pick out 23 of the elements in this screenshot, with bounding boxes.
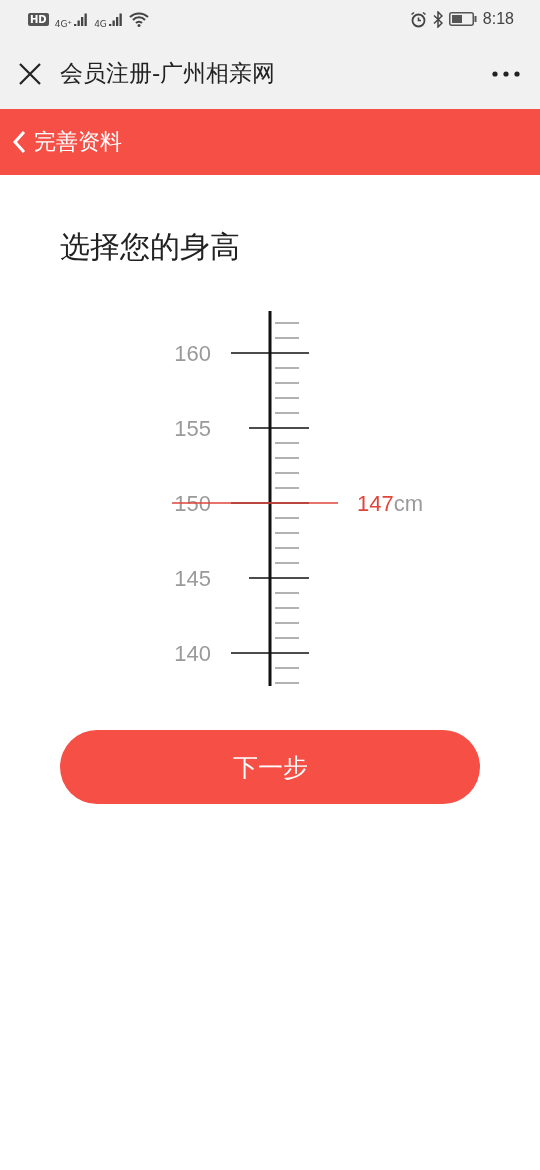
back-button[interactable]: 完善资料 <box>12 127 122 157</box>
signal-icon <box>74 12 89 26</box>
ruler-label: 140 <box>174 641 211 666</box>
more-button[interactable] <box>492 70 520 77</box>
status-time: 8:18 <box>482 10 514 28</box>
next-button[interactable]: 下一步 <box>60 730 480 804</box>
bluetooth-icon <box>432 10 443 28</box>
network-label: 4G⁺ <box>54 18 73 29</box>
page-title: 会员注册-广州相亲网 <box>60 59 277 88</box>
height-reading: 147cm <box>357 491 424 516</box>
ruler-label: 160 <box>174 341 211 366</box>
ruler-label: 155 <box>174 416 211 441</box>
signal-icon <box>108 12 123 26</box>
ruler-scale-drawing[interactable] <box>230 311 310 686</box>
hd-badge: HD <box>28 12 49 26</box>
battery-icon <box>448 12 477 26</box>
ruler-label: 145 <box>174 566 211 591</box>
alarm-icon <box>409 10 427 28</box>
wifi-icon <box>128 11 149 27</box>
close-button[interactable] <box>18 61 42 86</box>
chevron-left-icon <box>12 130 26 154</box>
section-heading: 选择您的身高 <box>60 228 240 266</box>
network-label: 4G <box>94 18 107 29</box>
